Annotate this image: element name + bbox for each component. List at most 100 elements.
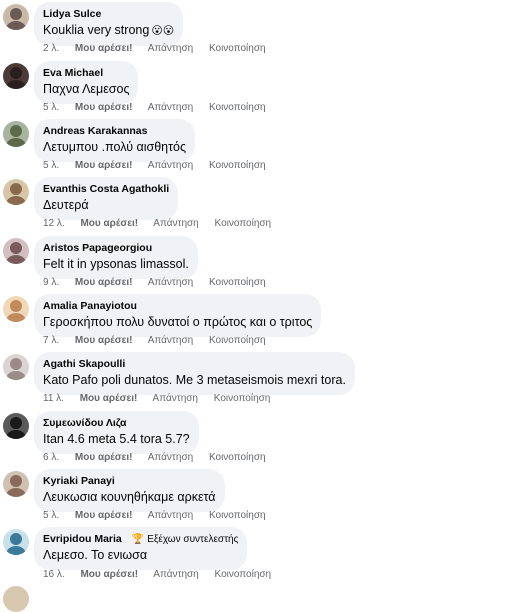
share-button[interactable]: Κοινοποίηση <box>209 452 266 463</box>
reply-button[interactable]: Απάντηση <box>153 569 198 580</box>
comment-time[interactable]: 5 λ. <box>43 510 59 521</box>
avatar[interactable] <box>3 471 29 497</box>
comment-text: Παχνα Λεμεσος <box>43 82 130 96</box>
comment-actions: 12 λ. Μου αρέσει! Απάντηση Κοινοποίηση <box>43 218 284 230</box>
share-button[interactable]: Κοινοποίηση <box>209 160 266 171</box>
wow-emoji-icon: 😮😮 <box>151 25 175 37</box>
share-button[interactable]: Κοινοποίηση <box>215 218 272 229</box>
share-button[interactable]: Κοινοποίηση <box>214 393 271 404</box>
comment-item: Agathi Skapoulli Kato Pafo poli dunatos.… <box>0 352 530 410</box>
comment-item: Aristos Papageorgiou Felt it in ypsonas … <box>0 236 530 294</box>
share-button[interactable]: Κοινοποίηση <box>209 43 266 54</box>
comment-text: Λευκωσια κουνηθήκαμε αρκετά <box>43 490 216 504</box>
comment-time[interactable]: 7 λ. <box>43 335 59 346</box>
comment-text: Itan 4.6 meta 5.4 tora 5.7? <box>43 432 190 446</box>
comment-author[interactable]: Evripidou Maria <box>43 532 122 547</box>
comment-item: Eva Michael Παχνα Λεμεσος 5 λ. Μου αρέσε… <box>0 61 530 119</box>
reply-button[interactable]: Απάντηση <box>153 218 198 229</box>
comment-item: Andreas Karakannas Λετυμπου .πολύ αισθητ… <box>0 119 530 177</box>
comment-actions: 11 λ. Μου αρέσει! Απάντηση Κοινοποίηση <box>43 393 283 405</box>
reply-button[interactable]: Απάντηση <box>153 393 198 404</box>
reply-button[interactable]: Απάντηση <box>148 510 193 521</box>
comment-actions: 5 λ. Μου αρέσει! Απάντηση Κοινοποίηση <box>43 160 279 172</box>
comment-bubble: Amalia Panayiotou Γεροσκήπου πολυ δυνατο… <box>34 294 322 337</box>
comment-text: Kouklia very strong <box>43 23 150 37</box>
comment-author[interactable]: Eva Michael <box>43 66 103 81</box>
share-button[interactable]: Κοινοποίηση <box>209 510 266 521</box>
comment-actions: 6 λ. Μου αρέσει! Απάντηση Κοινοποίηση <box>43 452 279 464</box>
comment-author[interactable]: Lidya Sulce <box>43 7 101 22</box>
comment-text: Felt it in ypsonas limassol. <box>43 257 189 271</box>
reply-button[interactable]: Απάντηση <box>148 335 193 346</box>
comment-actions: 7 λ. Μου αρέσει! Απάντηση Κοινοποίηση <box>43 335 279 347</box>
comment-actions: 2 λ. Μου αρέσει! Απάντηση Κοινοποίηση <box>43 43 279 55</box>
comment-text: Λεμεσο. Το ενιωσα <box>43 548 148 562</box>
avatar[interactable] <box>3 296 29 322</box>
avatar[interactable] <box>3 529 29 555</box>
comment-author[interactable]: Andreas Karakannas <box>43 124 147 139</box>
comment-time[interactable]: 11 λ. <box>43 393 64 404</box>
avatar[interactable] <box>3 121 29 147</box>
comment-author[interactable]: Kyriaki Panayi <box>43 474 115 489</box>
avatar[interactable] <box>3 179 29 205</box>
reply-button[interactable]: Απάντηση <box>148 277 193 288</box>
comment-time[interactable]: 12 λ. <box>43 218 65 229</box>
avatar[interactable] <box>3 413 29 439</box>
avatar[interactable] <box>3 238 29 264</box>
reply-button[interactable]: Απάντηση <box>148 160 193 171</box>
comment-item: Evanthis Costa Agathokli Δευτερά 12 λ. Μ… <box>0 177 530 235</box>
comment-bubble: Evripidou Maria 🏆 Εξέχων συντελεστής Λεμ… <box>34 527 248 570</box>
reply-button[interactable]: Απάντηση <box>148 102 193 113</box>
reply-button[interactable]: Απάντηση <box>148 43 193 54</box>
like-button[interactable]: Μου αρέσει! <box>75 43 133 54</box>
share-button[interactable]: Κοινοποίηση <box>209 277 266 288</box>
share-button[interactable]: Κοινοποίηση <box>209 335 266 346</box>
comment-text: Γεροσκήπου πολυ δυνατοί ο πρώτος και ο τ… <box>43 315 313 329</box>
comment-item: Lidya Sulce Kouklia very strong 😮😮 2 λ. Μ… <box>0 2 530 60</box>
comment-item: Evripidou Maria 🏆 Εξέχων συντελεστής Λεμ… <box>0 527 530 585</box>
like-button[interactable]: Μου αρέσει! <box>75 160 133 171</box>
avatar[interactable] <box>3 586 29 612</box>
comment-time[interactable]: 16 λ. <box>43 569 65 580</box>
comment-author[interactable]: Συμεωνίδου Λιζα <box>43 416 127 431</box>
comment-item: Συμεωνίδου Λιζα Itan 4.6 meta 5.4 tora 5… <box>0 411 530 469</box>
comment-time[interactable]: 6 λ. <box>43 452 59 463</box>
comment-bubble: Andreas Karakannas Λετυμπου .πολύ αισθητ… <box>34 119 196 162</box>
comment-time[interactable]: 2 λ. <box>43 43 59 54</box>
comment-author[interactable]: Evanthis Costa Agathokli <box>43 182 169 197</box>
comment-actions: 9 λ. Μου αρέσει! Απάντηση Κοινοποίηση <box>43 277 279 289</box>
comment-bubble: Eva Michael Παχνα Λεμεσος <box>34 61 139 104</box>
badge-label: Εξέχων συντελεστής <box>147 534 239 545</box>
comment-bubble: Συμεωνίδου Λιζα Itan 4.6 meta 5.4 tora 5… <box>34 411 199 454</box>
like-button[interactable]: Μου αρέσει! <box>75 102 133 113</box>
comment-author[interactable]: Amalia Panayiotou <box>43 299 137 314</box>
share-button[interactable]: Κοινοποίηση <box>209 102 266 113</box>
like-button[interactable]: Μου αρέσει! <box>75 277 133 288</box>
like-button[interactable]: Μου αρέσει! <box>75 510 133 521</box>
like-button[interactable]: Μου αρέσει! <box>80 218 138 229</box>
comment-time[interactable]: 5 λ. <box>43 102 59 113</box>
comment-bubble: Aristos Papageorgiou Felt it in ypsonas … <box>34 236 198 279</box>
like-button[interactable]: Μου αρέσει! <box>75 335 133 346</box>
like-button[interactable]: Μου αρέσει! <box>80 569 138 580</box>
comment-time[interactable]: 5 λ. <box>43 160 59 171</box>
avatar[interactable] <box>3 63 29 89</box>
reply-button[interactable]: Απάντηση <box>148 452 193 463</box>
like-button[interactable]: Μου αρέσει! <box>80 393 138 404</box>
comment-actions: 5 λ. Μου αρέσει! Απάντηση Κοινοποίηση <box>43 102 279 114</box>
comment-author[interactable]: Agathi Skapoulli <box>43 357 125 372</box>
comment-author[interactable]: Aristos Papageorgiou <box>43 241 152 256</box>
comment-text: Λετυμπου .πολύ αισθητός <box>43 140 187 154</box>
comment-text: Δευτερά <box>43 198 89 212</box>
comment-bubble: Evanthis Costa Agathokli Δευτερά <box>34 177 179 220</box>
comment-bubble: Agathi Skapoulli Kato Pafo poli dunatos.… <box>34 352 355 395</box>
comment-actions: 5 λ. Μου αρέσει! Απάντηση Κοινοποίηση <box>43 510 279 522</box>
share-button[interactable]: Κοινοποίηση <box>215 569 272 580</box>
comment-text: Kato Pafo poli dunatos. Me 3 metaseismoi… <box>43 373 346 387</box>
comment-item: Amalia Panayiotou Γεροσκήπου πολυ δυνατο… <box>0 294 530 352</box>
comment-time[interactable]: 9 λ. <box>43 277 59 288</box>
like-button[interactable]: Μου αρέσει! <box>75 452 133 463</box>
avatar[interactable] <box>3 354 29 380</box>
avatar[interactable] <box>3 4 29 30</box>
top-contributor-badge: 🏆 Εξέχων συντελεστής <box>132 532 239 547</box>
